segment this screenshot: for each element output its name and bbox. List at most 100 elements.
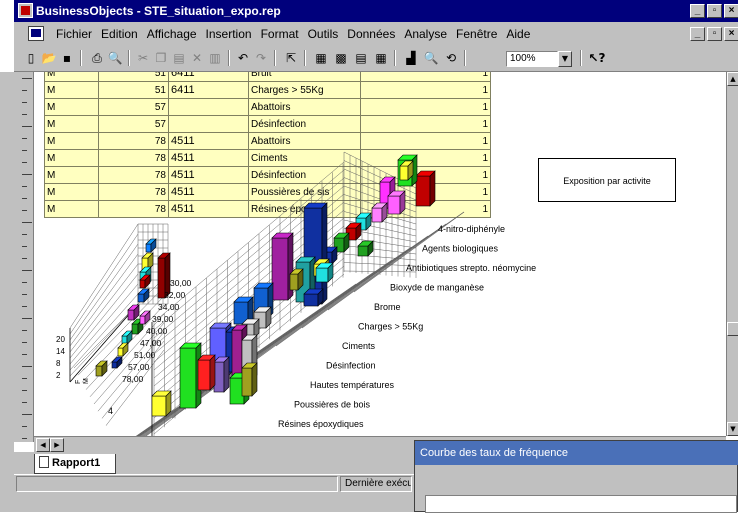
copy-icon[interactable]: ❐ xyxy=(152,49,170,67)
scroll-up-icon[interactable]: ▲ xyxy=(727,72,738,86)
menu-item-1[interactable]: Edition xyxy=(101,27,138,41)
tick-label: 2 xyxy=(56,371,61,380)
tab-rapport1[interactable]: Rapport1 xyxy=(34,454,116,474)
ruler-tick xyxy=(22,234,27,235)
ruler-tick xyxy=(22,294,27,295)
cut-icon[interactable]: ✂ xyxy=(134,49,152,67)
tick-label: 57,00 xyxy=(128,362,150,372)
help-icon[interactable]: ↖? xyxy=(588,49,606,67)
ruler-tick xyxy=(22,90,27,91)
ruler-tick xyxy=(22,318,32,319)
left-frame xyxy=(0,72,14,512)
menu-item-7[interactable]: Analyse xyxy=(404,27,447,41)
popup-window[interactable]: Courbe des taux de fréquence xyxy=(414,440,738,513)
chart-icon[interactable]: ▟ xyxy=(402,49,420,67)
bar xyxy=(241,367,253,397)
document-icon[interactable] xyxy=(28,26,44,41)
delete-icon[interactable]: ✕ xyxy=(188,49,206,67)
pointer-icon[interactable]: ⇱ xyxy=(282,49,300,67)
scroll-thumb[interactable] xyxy=(727,322,738,336)
paste-icon[interactable]: ▤ xyxy=(170,49,188,67)
category-label: Ciments xyxy=(342,341,376,351)
menu-item-5[interactable]: Outils xyxy=(308,27,339,41)
form-icon[interactable]: ▤ xyxy=(352,49,370,67)
app-icon xyxy=(18,3,33,18)
table-icon[interactable]: ▦ xyxy=(312,49,330,67)
undo-icon[interactable]: ↶ xyxy=(234,49,252,67)
menu-item-2[interactable]: Affichage xyxy=(147,27,197,41)
scroll-left-icon[interactable]: ◀ xyxy=(36,438,50,452)
bar xyxy=(213,361,225,393)
window-controls: _ ▫ × xyxy=(690,4,738,19)
category-label: Poussières de bois xyxy=(294,400,371,410)
menu-item-4[interactable]: Format xyxy=(261,27,299,41)
ruler-tick xyxy=(22,270,32,271)
ruler-tick xyxy=(22,126,32,127)
refresh-icon[interactable]: ⟲ xyxy=(442,49,460,67)
status-last-run: Dernière exécu xyxy=(340,476,412,492)
grid-icon[interactable]: ▦ xyxy=(372,49,390,67)
category-label: Agents biologiques xyxy=(422,244,499,254)
open-icon[interactable]: 📂 xyxy=(40,49,58,67)
menu-item-0[interactable]: Fichier xyxy=(56,27,92,41)
bar xyxy=(151,395,167,417)
bar xyxy=(231,329,243,377)
bar xyxy=(95,365,103,377)
minimize-button[interactable]: _ xyxy=(690,4,705,18)
ruler-tick xyxy=(22,138,27,139)
ruler-tick xyxy=(22,282,27,283)
preview-icon[interactable]: 🔍 xyxy=(106,49,124,67)
ruler-tick xyxy=(22,366,32,367)
zoom-icon[interactable]: 🔍 xyxy=(422,49,440,67)
popup-title: Courbe des taux de fréquence xyxy=(415,441,738,465)
zoom-field[interactable]: 100% xyxy=(506,51,558,67)
menu-item-6[interactable]: Données xyxy=(347,27,395,41)
menu-item-3[interactable]: Insertion xyxy=(206,27,252,41)
doc-close-button[interactable]: × xyxy=(724,27,738,41)
category-label: 4-nitro-diphényle xyxy=(438,224,505,234)
bar xyxy=(131,323,139,335)
maximize-button[interactable]: ▫ xyxy=(707,4,722,18)
ruler-tick xyxy=(22,198,27,199)
bar xyxy=(315,267,329,283)
redo-icon[interactable]: ↷ xyxy=(252,49,270,67)
report-canvas: M 51 6411 Bruit 1 M 51 6411 Charges > 55Kg 1 M 57 Ab… xyxy=(34,72,726,436)
ruler-tick xyxy=(22,186,27,187)
bar xyxy=(145,243,152,253)
ruler-tick xyxy=(22,402,27,403)
doc-window-controls: _ ▫ × xyxy=(690,27,738,42)
ruler-tick xyxy=(22,306,27,307)
clipboard-icon[interactable]: ▥ xyxy=(206,49,224,67)
bar xyxy=(179,347,197,409)
close-button[interactable]: × xyxy=(724,4,738,18)
grid-line xyxy=(140,427,153,436)
tick-label: 30,00 xyxy=(170,278,192,288)
new-icon[interactable]: ▯ xyxy=(22,49,40,67)
print-icon[interactable]: ⎙ xyxy=(88,49,106,67)
popup-content xyxy=(425,495,737,513)
scroll-right-icon[interactable]: ▶ xyxy=(50,438,64,452)
zoom-dropdown-icon[interactable]: ▼ xyxy=(558,51,572,67)
category-label: Hautes températures xyxy=(310,380,395,390)
menu-item-9[interactable]: Aide xyxy=(506,27,530,41)
crosstab-icon[interactable]: ▩ xyxy=(332,49,350,67)
bar xyxy=(111,361,118,369)
ruler-tick xyxy=(22,354,27,355)
bar-side xyxy=(251,362,258,397)
ruler-tick xyxy=(22,162,27,163)
ruler-tick xyxy=(22,438,27,439)
ruler-tick xyxy=(22,210,27,211)
menu-item-8[interactable]: Fenêtre xyxy=(456,27,497,41)
doc-minimize-button[interactable]: _ xyxy=(690,27,705,41)
menu-bar: Fichier Edition Affichage Insertion Format Ou… xyxy=(14,22,738,46)
tick-label: 78,00 xyxy=(122,374,144,384)
category-label: Charges > 55Kg xyxy=(358,322,423,332)
vertical-scrollbar[interactable]: ▲ ▼ xyxy=(726,72,738,436)
bar xyxy=(127,309,135,321)
scroll-down-icon[interactable]: ▼ xyxy=(727,422,738,436)
bar xyxy=(271,237,289,301)
tick-label: 32,00 xyxy=(164,290,186,300)
save-icon[interactable]: ▪ xyxy=(58,49,76,67)
doc-restore-button[interactable]: ▫ xyxy=(707,27,722,41)
ruler-tick xyxy=(22,426,27,427)
